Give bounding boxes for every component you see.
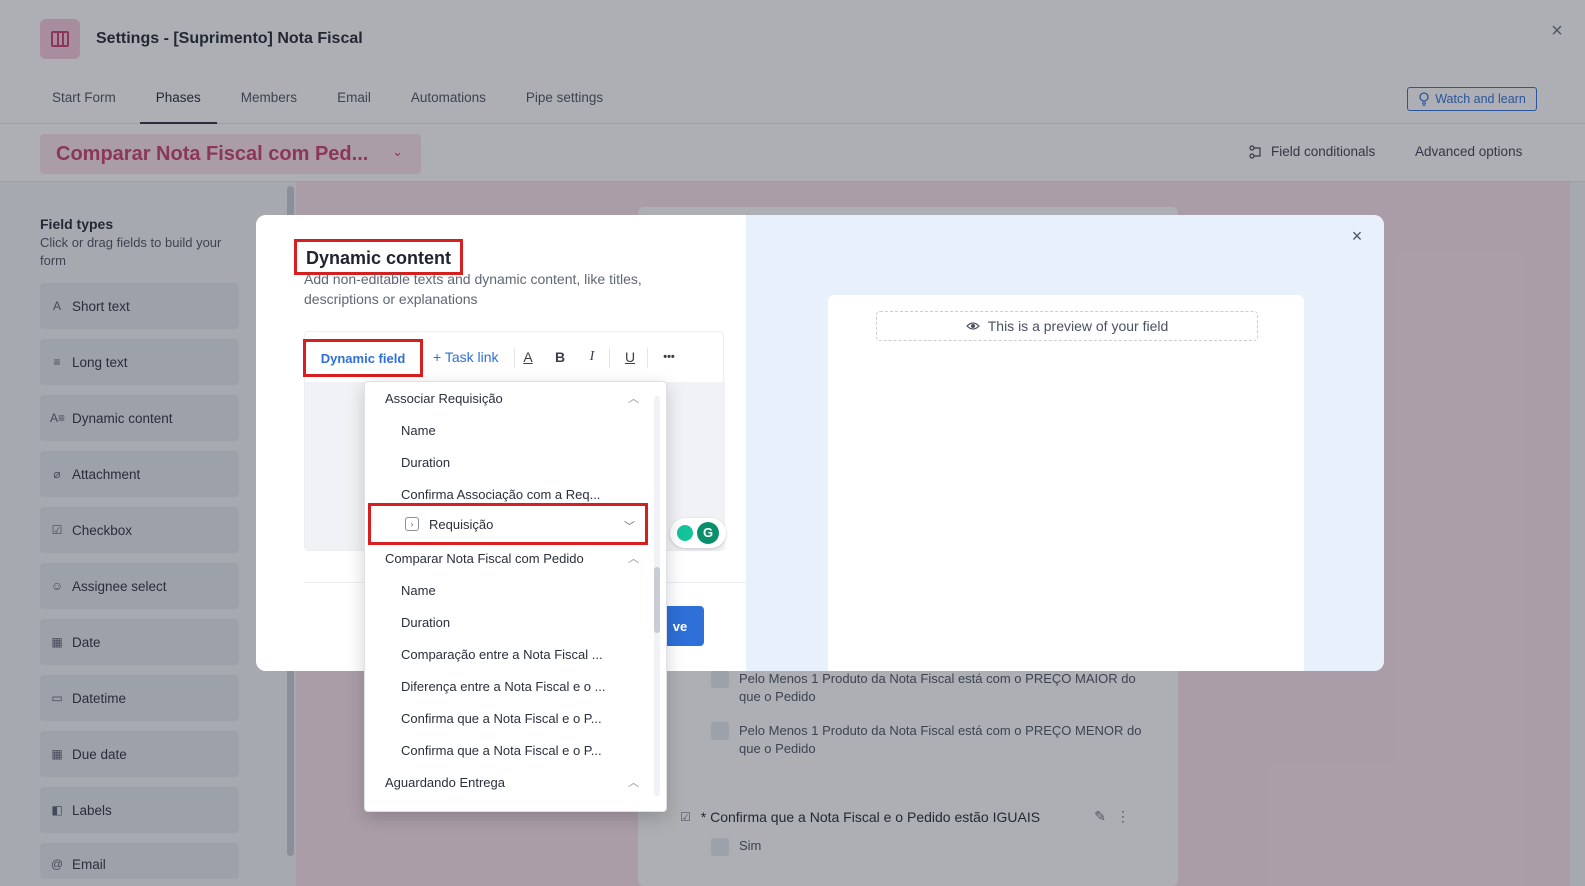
eye-icon: [965, 322, 980, 330]
chevron-down-icon: ﹀: [624, 521, 635, 533]
item-label: Confirma que a Nota Fiscal e o P...: [401, 742, 602, 758]
item-label: Confirma Associação com a Req...: [401, 486, 601, 502]
bold-button[interactable]: B: [551, 347, 569, 367]
modal-preview-pane: This is a preview of your field: [746, 215, 1384, 671]
chevron-up-icon: ︿: [628, 393, 639, 405]
dropdown-item[interactable]: Diferença entre a Nota Fiscal e o ...: [365, 670, 655, 702]
item-label: Name: [401, 422, 436, 438]
dropdown-item[interactable]: Comparação entre a Nota Fiscal ...: [365, 638, 655, 670]
dropdown-item-requisicao[interactable]: › Requisição ﹀: [368, 503, 648, 545]
group-label: Aguardando Entrega: [385, 774, 505, 790]
chevron-up-icon: ︿: [628, 777, 639, 789]
modal-close-icon[interactable]: ×: [1348, 227, 1366, 245]
item-label: Confirma que a Nota Fiscal e o P...: [401, 710, 602, 726]
dropdown-item[interactable]: Duration: [365, 446, 655, 478]
dropdown-item[interactable]: Confirma que a Nota Fiscal e o P...: [365, 702, 655, 734]
group-label: Comparar Nota Fiscal com Pedido: [385, 550, 584, 566]
more-options-icon[interactable]: •••: [655, 347, 683, 367]
item-label: Comparação entre a Nota Fiscal ...: [401, 646, 603, 662]
toolbar-divider: [647, 348, 648, 368]
task-link-button[interactable]: + Task link: [433, 349, 499, 365]
preview-note-label: This is a preview of your field: [987, 318, 1169, 334]
item-label: Duration: [401, 454, 451, 470]
grammarly-widget[interactable]: G: [670, 518, 726, 548]
grammarly-assist-icon: [677, 525, 693, 541]
dropdown-scrollbar-thumb[interactable]: [654, 567, 660, 633]
dropdown-group-header[interactable]: Associar Requisição ︿: [365, 382, 655, 414]
preview-note: This is a preview of your field: [876, 311, 1258, 341]
dropdown-group-header[interactable]: Comparar Nota Fiscal com Pedido ︿: [365, 542, 655, 574]
dropdown-group-header[interactable]: Aguardando Entrega ︿: [365, 766, 655, 798]
group-label: Associar Requisição: [385, 390, 503, 406]
item-label: Requisição: [429, 516, 494, 532]
dropdown-item[interactable]: Name: [365, 414, 655, 446]
toolbar-divider: [514, 348, 515, 368]
dropdown-item[interactable]: Name: [365, 574, 655, 606]
dynamic-field-button[interactable]: Dynamic field: [303, 339, 423, 377]
dropdown-item[interactable]: Confirma que a Nota Fiscal e o P...: [365, 734, 655, 766]
dropdown-item[interactable]: Duration: [365, 606, 655, 638]
italic-button[interactable]: I: [583, 347, 601, 367]
editor-toolbar: Dynamic field + Task link A B I U •••: [303, 332, 725, 382]
toolbar-divider: [609, 348, 610, 368]
item-label: Diferença entre a Nota Fiscal e o ...: [401, 678, 606, 694]
underline-button[interactable]: U: [621, 347, 639, 367]
item-label: Duration: [401, 614, 451, 630]
item-label: Name: [401, 582, 436, 598]
preview-card: This is a preview of your field: [828, 295, 1304, 671]
grammarly-icon: G: [697, 522, 719, 544]
modal-description: Add non-editable texts and dynamic conte…: [304, 271, 642, 307]
dynamic-field-dropdown: Associar Requisição ︿ Name Duration Conf…: [364, 381, 667, 812]
connection-field-icon: ›: [405, 517, 419, 531]
font-color-button[interactable]: A: [519, 347, 537, 367]
chevron-up-icon: ︿: [628, 553, 639, 565]
